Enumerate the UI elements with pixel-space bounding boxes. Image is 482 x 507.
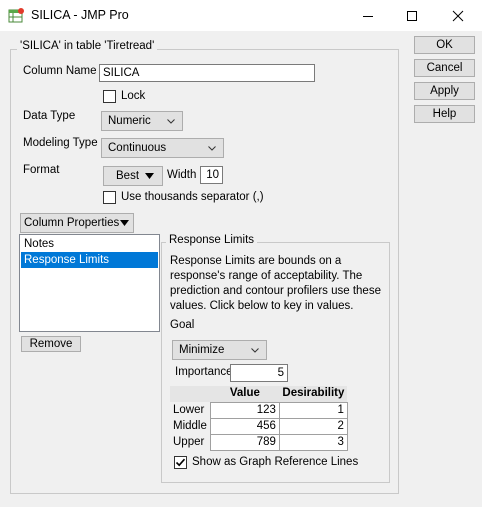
data-type-select[interactable]: Numeric [101, 111, 183, 131]
data-type-label: Data Type [23, 110, 76, 122]
chevron-down-icon [167, 119, 175, 124]
window-title: SILICA - JMP Pro [31, 8, 129, 22]
ok-button[interactable]: OK [414, 36, 475, 54]
modeling-type-select[interactable]: Continuous [101, 138, 224, 158]
format-label: Format [23, 164, 60, 176]
importance-label: Importance [175, 366, 233, 378]
column-name-input[interactable]: SILICA [99, 64, 315, 82]
reference-lines-label: Show as Graph Reference Lines [192, 456, 359, 468]
format-select[interactable]: Best [103, 166, 163, 186]
table-header-value: Value [210, 386, 280, 402]
lock-label: Lock [121, 90, 146, 102]
column-properties-list[interactable]: Notes Response Limits [19, 234, 160, 332]
table-header-blank [170, 386, 211, 402]
caret-down-icon [145, 173, 154, 179]
table-row: Lower 123 1 [170, 401, 348, 419]
width-input[interactable]: 10 [200, 166, 223, 184]
reference-lines-checkbox[interactable] [174, 456, 187, 469]
chevron-down-icon [251, 348, 259, 353]
caret-down-icon [120, 220, 129, 226]
group-legend: 'SILICA' in table 'Tiretread' [17, 40, 158, 52]
importance-input[interactable]: 5 [230, 364, 288, 382]
table-header-row: Value Desirability [170, 386, 348, 402]
column-name-label: Column Name [23, 65, 97, 77]
thousands-separator-label: Use thousands separator (,) [121, 191, 264, 203]
response-limits-legend: Response Limits [166, 234, 258, 246]
remove-button[interactable]: Remove [21, 336, 81, 352]
response-limits-table: Value Desirability Lower 123 1 Middle 45… [170, 386, 348, 451]
cancel-button[interactable]: Cancel [414, 59, 475, 77]
goal-value: Minimize [179, 344, 225, 356]
lower-value-cell[interactable]: 123 [209, 401, 280, 419]
jmp-table-icon [8, 7, 25, 24]
checkmark-icon [175, 458, 186, 467]
response-limits-description: Response Limits are bounds on a response… [170, 255, 381, 312]
row-label-upper: Upper [170, 434, 211, 450]
table-row: Middle 456 2 [170, 417, 348, 435]
chevron-down-icon [208, 146, 216, 151]
apply-button[interactable]: Apply [414, 82, 475, 100]
help-button[interactable]: Help [414, 105, 475, 123]
list-item-notes[interactable]: Notes [21, 236, 158, 252]
goal-select[interactable]: Minimize [172, 340, 267, 360]
modeling-type-label: Modeling Type [23, 137, 98, 149]
list-item-response-limits[interactable]: Response Limits [21, 252, 158, 268]
close-icon[interactable] [436, 0, 480, 31]
column-properties-label: Column Properties [24, 217, 120, 229]
lock-checkbox[interactable] [103, 90, 116, 103]
upper-value-cell[interactable]: 789 [209, 433, 280, 451]
minimize-icon[interactable] [346, 0, 390, 31]
column-properties-button[interactable]: Column Properties [20, 213, 134, 233]
row-label-middle: Middle [170, 418, 211, 434]
thousands-separator-checkbox[interactable] [103, 191, 116, 204]
upper-desirability-cell[interactable]: 3 [278, 433, 348, 451]
row-label-lower: Lower [170, 402, 211, 418]
goal-label: Goal [170, 319, 195, 331]
maximize-icon[interactable] [390, 0, 434, 31]
data-type-value: Numeric [108, 115, 151, 127]
table-header-desirability: Desirability [279, 386, 348, 402]
format-value: Best [116, 170, 140, 182]
table-row: Upper 789 3 [170, 433, 348, 451]
width-label: Width [167, 169, 197, 181]
modeling-type-value: Continuous [108, 142, 167, 154]
lower-desirability-cell[interactable]: 1 [278, 401, 348, 419]
middle-value-cell[interactable]: 456 [209, 417, 280, 435]
middle-desirability-cell[interactable]: 2 [278, 417, 348, 435]
